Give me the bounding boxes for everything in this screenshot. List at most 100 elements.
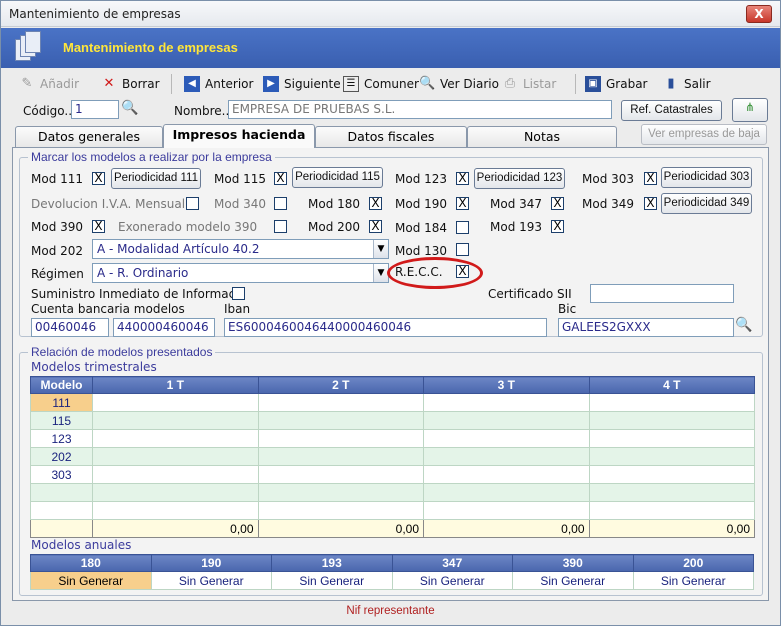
trimestrales-label: Modelos trimestrales <box>31 360 157 374</box>
nombre-label: Nombre.. <box>174 104 230 118</box>
certificado-input[interactable] <box>590 284 734 303</box>
mod390-label: Mod 390 <box>31 220 84 234</box>
regimen-select[interactable]: A - R. Ordinario ▼ <box>92 263 389 283</box>
chevron-down-icon: ▼ <box>373 264 388 282</box>
mod340-label: Mod 340 <box>214 197 267 211</box>
ver-diario-button[interactable]: 🔍 Ver Diario <box>419 74 499 94</box>
mod184-checkbox[interactable] <box>456 221 469 234</box>
save-button[interactable]: ▣ Grabar <box>585 74 648 94</box>
list-button[interactable]: ⎙ Listar <box>502 74 556 94</box>
periodicidad-303-button[interactable]: Periodicidad 303 <box>661 167 752 188</box>
iban-input[interactable]: ES6000460046440000460046 <box>224 318 547 337</box>
col-180: 180 <box>30 554 152 572</box>
mod349-checkbox[interactable]: X <box>644 197 657 210</box>
cuenta-label: Cuenta bancaria modelos <box>31 302 185 316</box>
close-button[interactable]: X <box>746 5 772 23</box>
regimen-label: Régimen <box>31 267 84 281</box>
table-row[interactable]: 202 <box>30 447 755 466</box>
mod180-checkbox[interactable]: X <box>369 197 382 210</box>
col-modelo: Modelo <box>30 376 93 394</box>
table-row[interactable]: Sin Generar Sin Generar Sin Generar Sin … <box>30 571 754 590</box>
mod184-label: Mod 184 <box>395 221 448 235</box>
add-icon: ✎ <box>21 76 33 91</box>
toolbar: ✎ Añadir ✕ Borrar ◀ Anterior ▶ Siguiente ☰ Co… <box>5 71 776 97</box>
mod130-checkbox[interactable] <box>456 243 469 256</box>
codigo-label: Código.. <box>23 104 73 118</box>
search-icon[interactable]: 🔍 <box>121 100 138 116</box>
next-button[interactable]: ▶ Siguiente <box>263 74 341 94</box>
marcar-title: Marcar los modelos a realizar por la emp… <box>28 150 275 164</box>
mod190-checkbox[interactable]: X <box>456 197 469 210</box>
ver-empresas-baja-button[interactable]: Ver empresas de baja <box>641 124 767 145</box>
table-row[interactable]: 111 <box>30 393 755 412</box>
tree-icon[interactable]: ⋔ <box>732 98 768 122</box>
mod115-checkbox[interactable]: X <box>274 172 287 185</box>
cuenta-numero-input[interactable]: 440000460046 <box>113 318 215 337</box>
mod347-checkbox[interactable]: X <box>551 197 564 210</box>
periodicidad-111-button[interactable]: Periodicidad 111 <box>111 168 201 189</box>
tab-datos-fiscales[interactable]: Datos fiscales <box>315 126 467 147</box>
col-1t: 1 T <box>92 376 259 394</box>
tab-impresos-hacienda[interactable]: Impresos hacienda <box>163 124 315 148</box>
exit-button[interactable]: ▮ Salir <box>663 74 710 94</box>
col-200: 200 <box>632 554 754 572</box>
sii-label: Suministro Inmediato de Informaci <box>31 287 239 301</box>
total-3t: 0,00 <box>423 519 590 538</box>
bic-label: Bic <box>558 302 577 316</box>
ref-catastrales-button[interactable]: Ref. Catastrales <box>621 100 722 121</box>
periodicidad-349-button[interactable]: Periodicidad 349 <box>661 193 752 214</box>
table-row[interactable] <box>30 483 755 502</box>
col-193: 193 <box>271 554 393 572</box>
mod193-label: Mod 193 <box>490 220 543 234</box>
mod200-checkbox[interactable]: X <box>369 220 382 233</box>
trimestrales-table: Modelo 1 T 2 T 3 T 4 T 111 115 123 202 3… <box>30 376 755 538</box>
form-header: Mantenimiento de empresas <box>1 28 780 68</box>
totals-row: 0,00 0,00 0,00 0,00 <box>30 519 755 538</box>
table-row[interactable]: 115 <box>30 411 755 430</box>
delete-button[interactable]: ✕ Borrar <box>101 74 160 94</box>
table-row[interactable]: 123 <box>30 429 755 448</box>
exonerado-checkbox[interactable] <box>274 220 287 233</box>
mod340-checkbox[interactable] <box>274 197 287 210</box>
arrow-left-icon: ◀ <box>184 76 200 92</box>
table-row[interactable] <box>30 501 755 520</box>
col-2t: 2 T <box>257 376 424 394</box>
table-row[interactable]: 303 <box>30 465 755 484</box>
mod111-checkbox[interactable]: X <box>92 172 105 185</box>
col-390: 390 <box>512 554 634 572</box>
devolucion-label: Devolucion I.V.A. Mensual <box>31 197 186 211</box>
tab-notas[interactable]: Notas <box>467 126 617 147</box>
mod180-label: Mod 180 <box>308 197 361 211</box>
add-button[interactable]: ✎ Añadir <box>19 74 80 94</box>
nombre-input[interactable]: EMPRESA DE PRUEBAS S.L. <box>228 100 612 119</box>
mod390-checkbox[interactable]: X <box>92 220 105 233</box>
tab-datos-generales[interactable]: Datos generales <box>15 126 163 147</box>
mod303-checkbox[interactable]: X <box>644 172 657 185</box>
mod303-label: Mod 303 <box>582 172 635 186</box>
floppy-disk-icon: ▣ <box>585 76 601 92</box>
mod123-checkbox[interactable]: X <box>456 172 469 185</box>
periodicidad-123-button[interactable]: Periodicidad 123 <box>474 168 565 189</box>
periodicidad-115-button[interactable]: Periodicidad 115 <box>292 167 383 188</box>
delete-icon: ✕ <box>103 76 115 91</box>
highlight-ellipse <box>387 257 483 289</box>
total-1t: 0,00 <box>92 519 259 538</box>
documents-icon <box>15 31 41 63</box>
total-2t: 0,00 <box>257 519 424 538</box>
col-347: 347 <box>391 554 513 572</box>
comuner-button[interactable]: ☰ Comuner <box>343 74 419 94</box>
codigo-input[interactable]: 1 <box>71 100 119 119</box>
toolbar-separator <box>171 74 172 94</box>
sii-checkbox[interactable] <box>232 287 245 300</box>
header-title: Mantenimiento de empresas <box>63 40 238 55</box>
col-3t: 3 T <box>423 376 590 394</box>
bic-search-icon[interactable]: 🔍 <box>735 317 752 333</box>
journal-icon: 🔍 <box>419 76 436 91</box>
mod193-checkbox[interactable]: X <box>551 220 564 233</box>
previous-button[interactable]: ◀ Anterior <box>184 74 253 94</box>
mod202-select[interactable]: A - Modalidad Artículo 40.2 ▼ <box>92 239 389 259</box>
cuenta-entidad-input[interactable]: 00460046 <box>31 318 109 337</box>
mod190-label: Mod 190 <box>395 197 448 211</box>
bic-input[interactable]: GALEES2GXXX <box>558 318 734 337</box>
devolucion-checkbox[interactable] <box>186 197 199 210</box>
